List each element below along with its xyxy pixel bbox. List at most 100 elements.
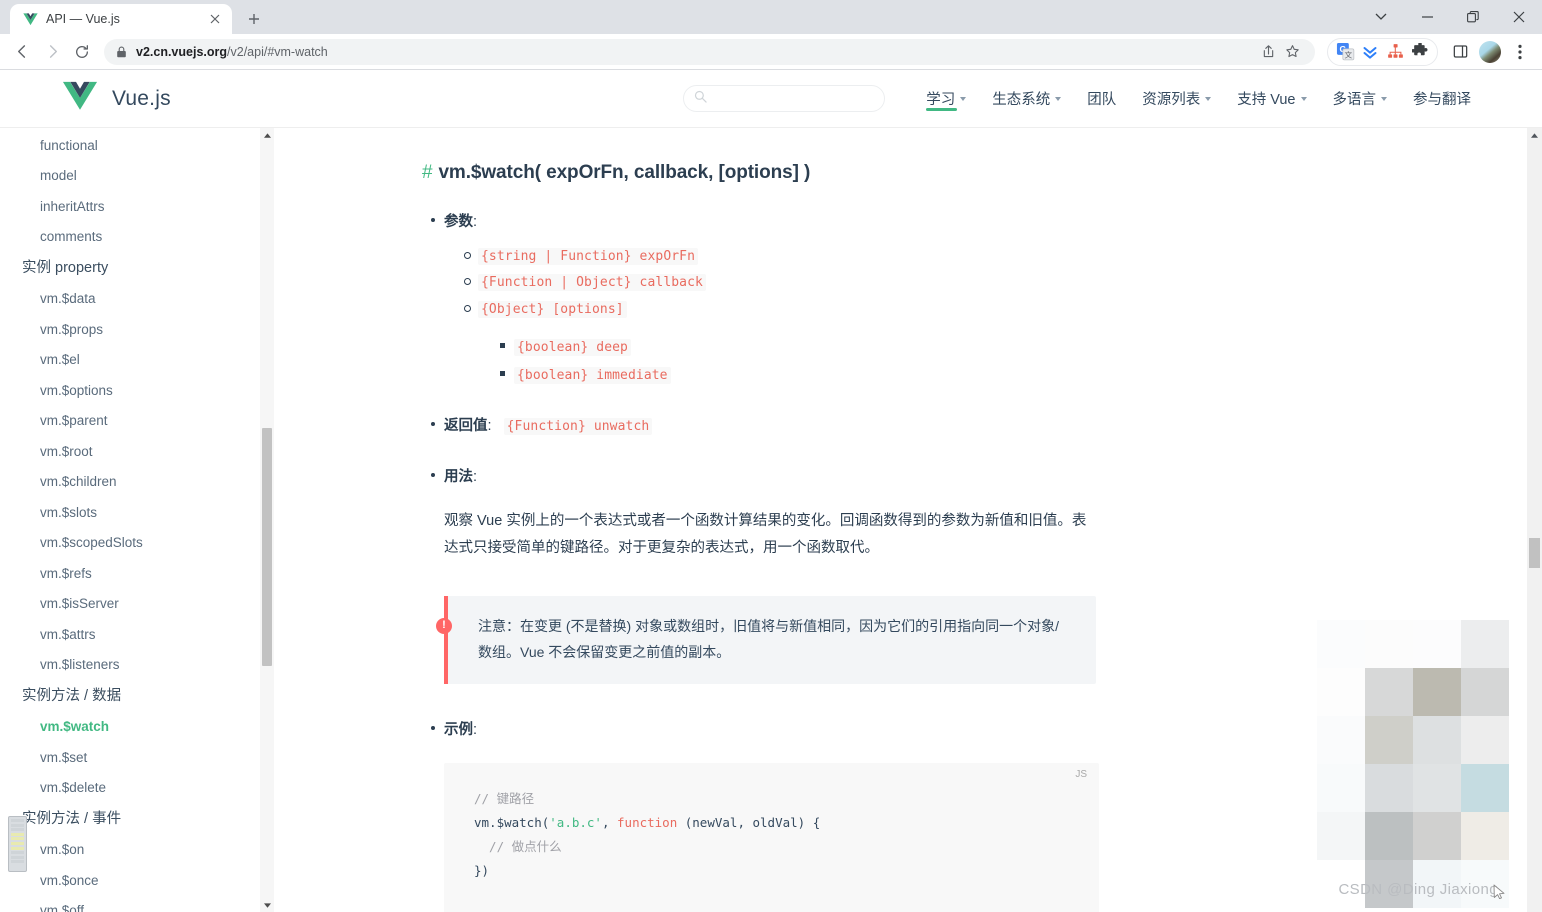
avatar-image [1479,40,1501,63]
sidebar-item-4: 实例 property [22,259,109,276]
scroll-up-arrow-icon[interactable] [260,128,274,142]
chevron-down-icon [960,96,967,101]
forward-button[interactable] [38,38,66,66]
page-scroll-up-arrow-icon[interactable] [1527,128,1542,143]
side-panel-icon[interactable] [1446,38,1474,66]
vue-logo-icon [62,81,98,117]
sidebar-item-25[interactable]: vm.$off [0,896,274,912]
sidebar-item-15[interactable]: vm.$isServer [0,589,274,620]
param-code: {string | Function} expOrFn [478,248,699,265]
window-close-button[interactable] [1496,0,1542,34]
tab-search-chevron-icon[interactable] [1358,0,1404,34]
gauge-tick [11,828,24,832]
sidebar-item-7[interactable]: vm.$el [0,345,274,376]
vue-logo-icon [22,11,38,27]
chevron-down-icon [1055,96,1062,101]
tab-title: API — Vue.js [46,12,120,26]
sidebar-item-17[interactable]: vm.$listeners [0,650,274,681]
nav-item-team[interactable]: 团队 [1074,81,1129,117]
reload-button[interactable] [68,38,96,66]
new-tab-button[interactable] [240,5,268,33]
search-input[interactable] [713,91,890,106]
page-scrollbar[interactable] [1527,128,1542,912]
sidebar-item-3[interactable]: comments [0,222,274,253]
nav-item-languages[interactable]: 多语言 [1320,81,1401,117]
api-detail-list: 参数: {string | Function} expOrFn {Functio… [422,210,1274,912]
puzzle-extensions-icon[interactable] [1409,41,1431,63]
nav-item-translate[interactable]: 参与翻译 [1400,81,1484,117]
usage-section: 用法: 观察 Vue 实例上的一个表达式或者一个函数计算结果的变化。回调函数得到… [431,465,1274,684]
bookmark-star-icon[interactable] [1281,41,1303,63]
code-token: (newVal, oldVal) { [677,814,821,830]
profile-avatar[interactable] [1476,38,1504,66]
sidebar-item-10[interactable]: vm.$root [0,436,274,467]
window-controls [1358,0,1542,34]
back-button[interactable] [8,38,36,66]
returns-section: 返回值: {Function} unwatch [431,414,1274,436]
code-content[interactable]: // 键路径 vm.$watch('a.b.c', function (newV… [474,787,1079,912]
sidebar-item-0[interactable]: functional [0,130,274,161]
download-chevrons-extension-icon[interactable] [1359,41,1381,63]
lock-icon [116,46,128,58]
gauge-tick [11,832,24,836]
window-restore-button[interactable] [1450,0,1496,34]
sidebar-item-19[interactable]: vm.$watch [0,712,274,743]
colon: : [487,418,492,435]
sidebar-item-21[interactable]: vm.$delete [0,773,274,804]
param-code: {Function | Object} callback [478,274,706,292]
tab-close-icon[interactable] [206,10,224,28]
url-text: v2.cn.vuejs.org/v2/api/#vm-watch [136,45,328,59]
sidebar-item-14[interactable]: vm.$refs [0,558,274,589]
sidebar-scrollbar[interactable] [260,128,274,912]
sidebar-item-2[interactable]: inheritAttrs [0,191,274,222]
sidebar-item-1[interactable]: model [0,161,274,192]
share-icon[interactable] [1257,41,1279,63]
params-label: 参数 [444,214,473,230]
list-item: {boolean} immediate [500,364,1274,386]
three-dot-menu-icon[interactable] [1506,38,1534,66]
csdn-watermark: CSDN @Ding Jiaxiong [1338,881,1498,898]
search-box[interactable] [683,85,890,112]
sidebar-item-9[interactable]: vm.$parent [0,406,274,437]
colon: : [473,214,478,230]
sidebar-item-23[interactable]: vm.$on [0,835,274,866]
list-item: {string | Function} expOrFn [464,245,1274,267]
browser-toolbar: v2.cn.vuejs.org/v2/api/#vm-watch 文 [0,34,1542,70]
sidebar-scroll-thumb[interactable] [262,428,272,666]
anchor-hash-icon[interactable]: # [422,162,433,183]
address-bar[interactable]: v2.cn.vuejs.org/v2/api/#vm-watch [104,38,1315,65]
browser-tab-api-vuejs[interactable]: API — Vue.js [10,4,232,34]
list-item: {Function | Object} callback [464,271,1274,293]
scroll-down-arrow-icon[interactable] [260,898,274,912]
sidebar-item-8[interactable]: vm.$options [0,375,274,406]
sidebar-item-12[interactable]: vm.$slots [0,497,274,528]
nav-item-support-vue[interactable]: 支持 Vue [1224,81,1319,117]
omnibox-actions [1257,41,1303,63]
gauge-tick [11,819,24,822]
nav-item-ecosystem[interactable]: 生态系统 [979,81,1074,117]
sidebar-item-11[interactable]: vm.$children [0,467,274,498]
sidebar-item-6[interactable]: vm.$props [0,314,274,345]
page-scroll-thumb[interactable] [1529,538,1540,568]
page-title: # vm.$watch( expOrFn, callback, [options]… [422,162,1274,184]
window-minimize-button[interactable] [1404,0,1450,34]
site-brand[interactable]: Vue.js [62,81,171,117]
nav-item-xuexi[interactable]: 学习 [913,81,979,117]
nav-item-label: 多语言 [1332,92,1377,108]
nav-item-resources[interactable]: 资源列表 [1129,81,1224,117]
sidebar-item-5[interactable]: vm.$data [0,284,274,315]
sidebar-item-16[interactable]: vm.$attrs [0,619,274,650]
sidebar-item-13[interactable]: vm.$scopedSlots [0,528,274,559]
sidebar-item-20[interactable]: vm.$set [0,742,274,773]
nav-item-label: 支持 Vue [1237,92,1296,108]
site-brand-name: Vue.js [112,86,171,110]
scroll-gauge-widget[interactable] [8,816,27,872]
sidebar-item-24[interactable]: vm.$once [0,865,274,896]
nav-item-label: 生态系统 [992,92,1051,108]
gauge-tick [11,860,24,864]
chevron-down-icon [1205,96,1212,101]
chevron-down-icon [1300,96,1307,101]
sitemap-tree-extension-icon[interactable] [1384,41,1406,63]
url-path: /v2/api/#vm-watch [227,44,328,59]
google-translate-extension-icon[interactable]: G 文 [1334,41,1356,63]
